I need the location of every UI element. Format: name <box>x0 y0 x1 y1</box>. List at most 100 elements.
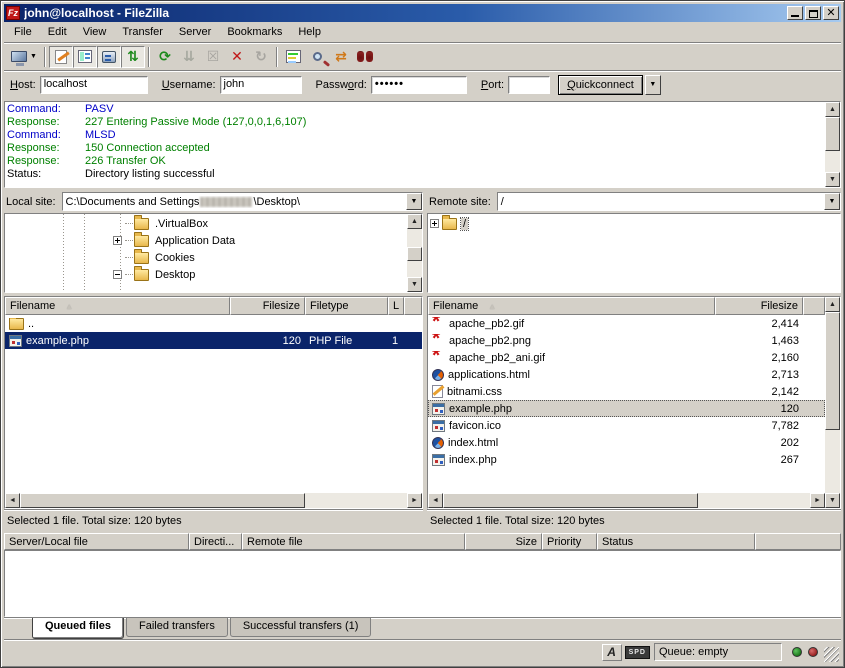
file-row[interactable]: .. <box>5 315 422 332</box>
scroll-down-icon[interactable]: ▼ <box>825 172 840 187</box>
menu-item-view[interactable]: View <box>75 24 115 40</box>
menu-item-help[interactable]: Help <box>290 24 329 40</box>
css-file-icon <box>432 385 443 398</box>
file-row[interactable]: applications.html2,713 <box>428 366 825 383</box>
password-field[interactable]: •••••• <box>371 76 467 94</box>
scrollbar-thumb[interactable] <box>20 493 305 508</box>
tree-item[interactable]: / <box>428 215 840 232</box>
scroll-right-icon[interactable]: ► <box>407 493 422 508</box>
tree-item[interactable]: Cookies <box>5 249 407 266</box>
remote-list-hscrollbar[interactable]: ◄ ► <box>428 493 825 508</box>
tab-queued-files[interactable]: Queued files <box>32 618 124 639</box>
tab-successful-transfers-1-[interactable]: Successful transfers (1) <box>230 618 372 637</box>
scroll-up-icon[interactable]: ▲ <box>825 297 840 312</box>
remote-site-combo[interactable]: / ▼ <box>497 192 841 211</box>
scrollbar-thumb[interactable] <box>407 247 422 261</box>
column-header-remote-file[interactable]: Remote file <box>242 533 465 550</box>
file-row[interactable]: index.php267 <box>428 451 825 468</box>
toggle-local-tree-button[interactable] <box>73 46 97 68</box>
remote-list-scrollbar[interactable]: ▲ ▼ <box>825 297 840 508</box>
file-row[interactable]: *apache_pb2.png1,463 <box>428 332 825 349</box>
menu-item-file[interactable]: File <box>6 24 40 40</box>
file-row[interactable]: favicon.ico7,782 <box>428 417 825 434</box>
synchronized-browsing-button[interactable]: ⇄ <box>329 46 353 68</box>
scroll-left-icon[interactable]: ◄ <box>5 493 20 508</box>
port-field[interactable] <box>508 76 550 94</box>
column-header-size[interactable]: Size <box>465 533 542 550</box>
file-row[interactable]: index.html202 <box>428 434 825 451</box>
scroll-left-icon[interactable]: ◄ <box>428 493 443 508</box>
scroll-up-icon[interactable]: ▲ <box>825 102 840 117</box>
menu-item-bookmarks[interactable]: Bookmarks <box>219 24 290 40</box>
column-header-filename[interactable]: Filename▲ <box>428 297 715 315</box>
filter-button[interactable] <box>281 46 305 68</box>
column-header-filesize[interactable]: Filesize <box>715 297 803 315</box>
local-list-hscrollbar[interactable]: ◄ ► <box>5 493 422 508</box>
file-row[interactable]: example.php120PHP File1 <box>5 332 422 349</box>
main-area: Local site: C:\Documents and Settings\De… <box>4 191 841 530</box>
quickconnect-dropdown[interactable]: ▼ <box>645 75 661 95</box>
column-header-server-local-file[interactable]: Server/Local file <box>4 533 189 550</box>
menu-item-edit[interactable]: Edit <box>40 24 75 40</box>
scroll-right-icon[interactable]: ► <box>810 493 825 508</box>
scrollbar-thumb[interactable] <box>443 493 698 508</box>
maximize-button[interactable] <box>805 6 821 20</box>
username-field[interactable]: john <box>220 76 302 94</box>
toggle-queue-button[interactable]: ⇅ <box>121 46 145 68</box>
host-field[interactable]: localhost <box>40 76 148 94</box>
resize-grip[interactable] <box>824 647 839 662</box>
cancel-button[interactable]: ☒ <box>201 46 225 68</box>
toggle-message-log-button[interactable] <box>49 46 73 68</box>
file-row[interactable]: bitnami.css2,142 <box>428 383 825 400</box>
file-row[interactable]: *apache_pb2.gif2,414 <box>428 315 825 332</box>
reconnect-button[interactable]: ↻ <box>249 46 273 68</box>
menu-item-transfer[interactable]: Transfer <box>114 24 171 40</box>
message-log-scrollbar[interactable]: ▲ ▼ <box>825 102 840 187</box>
chevron-down-icon[interactable]: ▼ <box>406 193 422 210</box>
queue-status: Queue: empty <box>654 643 782 661</box>
scrollbar-thumb[interactable] <box>825 117 840 151</box>
column-header-directi-[interactable]: Directi... <box>189 533 242 550</box>
minimize-button[interactable] <box>787 6 803 20</box>
disconnect-button[interactable]: ✕ <box>225 46 249 68</box>
toggle-remote-tree-button[interactable] <box>97 46 121 68</box>
tab-failed-transfers[interactable]: Failed transfers <box>126 618 228 637</box>
log-line: Command:MLSD <box>7 129 823 142</box>
site-manager-button[interactable]: ▼ <box>7 46 41 68</box>
quickconnect-button[interactable]: Quickconnect <box>558 75 643 95</box>
local-site-combo[interactable]: C:\Documents and Settings\Desktop\ ▼ <box>62 192 423 211</box>
php-file-icon <box>432 403 445 415</box>
column-header-filesize[interactable]: Filesize <box>230 297 305 315</box>
scroll-down-icon[interactable]: ▼ <box>407 277 422 292</box>
local-tree-scrollbar[interactable]: ▲ ▼ <box>407 214 422 292</box>
column-header-priority[interactable]: Priority <box>542 533 597 550</box>
image-file-icon: * <box>432 317 445 330</box>
refresh-button[interactable]: ⟳ <box>153 46 177 68</box>
folder-icon <box>134 269 149 281</box>
process-queue-button[interactable]: ⇊ <box>177 46 201 68</box>
tree-item-label: .VirtualBox <box>153 218 210 230</box>
tree-item[interactable]: .VirtualBox <box>5 215 407 232</box>
local-status-text: Selected 1 file. Total size: 120 bytes <box>4 510 423 530</box>
column-header-l[interactable]: L <box>388 297 404 315</box>
compare-directories-button[interactable] <box>305 46 329 68</box>
scrollbar-thumb[interactable] <box>825 312 840 430</box>
expander-plus-icon[interactable] <box>113 236 122 245</box>
scroll-up-icon[interactable]: ▲ <box>407 214 422 229</box>
find-files-button[interactable] <box>353 46 377 68</box>
chevron-down-icon[interactable]: ▼ <box>824 193 840 210</box>
column-header-filetype[interactable]: Filetype <box>305 297 388 315</box>
tree-item[interactable]: Application Data <box>5 232 407 249</box>
file-row[interactable]: example.php120 <box>428 400 825 417</box>
column-header-filename[interactable]: Filename▲ <box>5 297 230 315</box>
close-button[interactable]: ✕ <box>823 6 839 20</box>
log-label: Command: <box>7 129 85 142</box>
file-row[interactable]: *apache_pb2_ani.gif2,160 <box>428 349 825 366</box>
expander-plus-icon[interactable] <box>430 219 439 228</box>
expander-minus-icon[interactable] <box>113 270 122 279</box>
toolbar: ▼ ⇅ ⟳⇊☒✕↻ ⇄ <box>4 42 841 70</box>
column-header-status[interactable]: Status <box>597 533 755 550</box>
tree-item[interactable]: Desktop <box>5 266 407 283</box>
scroll-down-icon[interactable]: ▼ <box>825 493 840 508</box>
menu-item-server[interactable]: Server <box>171 24 219 40</box>
